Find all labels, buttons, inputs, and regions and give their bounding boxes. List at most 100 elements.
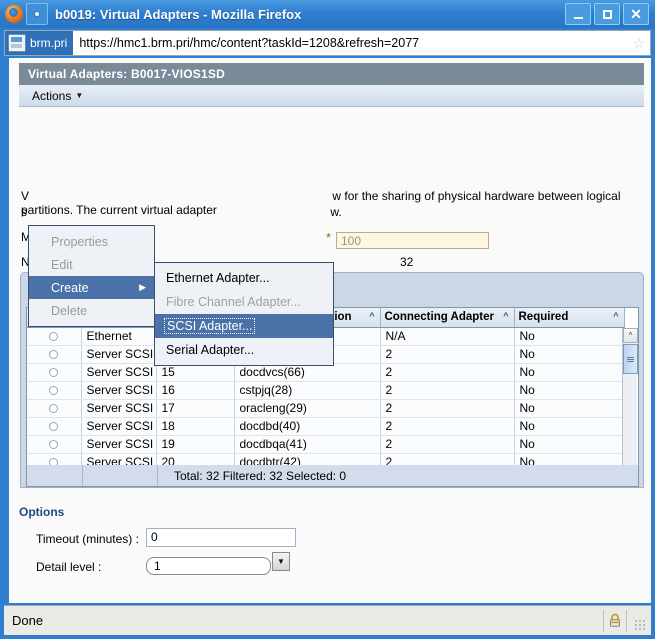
table-cell-connecting-partition: docdbd(40): [234, 417, 380, 435]
table-vertical-scrollbar[interactable]: ^ v: [622, 328, 637, 483]
radio-button-icon[interactable]: [49, 440, 58, 449]
menu-item-label: Properties: [51, 235, 108, 249]
table-cell-connecting-partition: oracleng(29): [234, 399, 380, 417]
table-column-header[interactable]: Connecting Adapter ^: [380, 308, 514, 327]
table-cell-connecting-adapter: 2: [380, 417, 514, 435]
timeout-input[interactable]: 0: [146, 528, 296, 547]
table-row[interactable]: Server SCSI18docdbd(40)2No: [27, 417, 624, 435]
radio-button-icon[interactable]: [49, 404, 58, 413]
close-icon: ✕: [630, 7, 642, 21]
resize-grip-icon[interactable]: [629, 610, 647, 632]
sort-ascending-icon[interactable]: ^: [613, 311, 618, 321]
scrollbar-grip-icon: [627, 357, 634, 362]
row-select-cell[interactable]: [27, 327, 81, 345]
sort-ascending-icon[interactable]: ^: [503, 311, 508, 321]
table-cell-required: No: [514, 363, 624, 381]
table-summary-text: Total: 32 Filtered: 32 Selected: 0: [158, 469, 346, 483]
menu-item-label: Edit: [51, 258, 73, 272]
table-cell-adapter-id: 18: [156, 417, 234, 435]
menu-item-delete: Delete: [29, 299, 154, 322]
table-column-header[interactable]: Required ^: [514, 308, 624, 327]
table-cell-type: Server SCSI: [81, 345, 156, 363]
scroll-up-button[interactable]: ^: [623, 328, 638, 343]
menu-item-create[interactable]: Create ▶: [29, 276, 154, 299]
submenu-item-scsi-adapter[interactable]: SCSI Adapter...: [155, 314, 333, 338]
max-adapters-input[interactable]: 100: [336, 232, 489, 249]
close-button[interactable]: ✕: [623, 3, 649, 25]
minimize-button[interactable]: [565, 3, 591, 25]
browser-window: b0019: Virtual Adapters - Mozilla Firefo…: [0, 0, 655, 639]
number-of-adapters-value: 32: [400, 255, 413, 269]
table-column-header-label: Required: [519, 311, 569, 323]
submenu-item-label: Serial Adapter...: [166, 343, 254, 357]
bookmark-star-icon[interactable]: ☆: [628, 35, 650, 52]
detail-level-label: Detail level :: [36, 560, 101, 574]
menu-item-label: Create: [51, 281, 89, 295]
chevron-up-icon: ^: [629, 331, 633, 340]
table-cell-adapter-id: 19: [156, 435, 234, 453]
title-bar: b0019: Virtual Adapters - Mozilla Firefo…: [0, 0, 655, 28]
row-select-cell[interactable]: [27, 345, 81, 363]
row-select-cell[interactable]: [27, 417, 81, 435]
table-row[interactable]: Server SCSI17oracleng(29)2No: [27, 399, 624, 417]
table-cell-connecting-adapter: N/A: [380, 327, 514, 345]
submenu-item-label: Fibre Channel Adapter...: [166, 295, 301, 309]
table-cell-required: No: [514, 381, 624, 399]
url-text[interactable]: https://hmc1.brm.pri/hmc/content?taskId=…: [73, 36, 628, 50]
table-row[interactable]: Server SCSI16cstpjq(28)2No: [27, 381, 624, 399]
address-bar[interactable]: brm.pri https://hmc1.brm.pri/hmc/content…: [4, 30, 651, 56]
submenu-item-serial-adapter[interactable]: Serial Adapter...: [155, 338, 333, 362]
detail-level-dropdown-button[interactable]: ▼: [272, 552, 290, 571]
table-cell-type: Server SCSI: [81, 399, 156, 417]
status-bar: Done: [4, 605, 651, 635]
security-lock-icon: [603, 610, 627, 632]
table-cell-type: Server SCSI: [81, 381, 156, 399]
page-viewport: Virtual Adapters: B0017-VIOS1SD Actions …: [4, 58, 651, 603]
table-cell-required: No: [514, 345, 624, 363]
table-cell-type: Server SCSI: [81, 435, 156, 453]
radio-button-icon[interactable]: [49, 350, 58, 359]
radio-button-icon[interactable]: [49, 332, 58, 341]
row-select-cell[interactable]: [27, 399, 81, 417]
radio-button-icon[interactable]: [49, 368, 58, 377]
timeout-label: Timeout (minutes) :: [36, 532, 139, 546]
maximize-button[interactable]: [594, 3, 620, 25]
site-favicon-icon: [8, 34, 26, 52]
table-cell-type: Server SCSI: [81, 417, 156, 435]
sort-ascending-icon[interactable]: ^: [369, 311, 374, 321]
submenu-arrow-icon: ▶: [139, 282, 146, 293]
submenu-item-fibre-channel-adapter: Fibre Channel Adapter...: [155, 290, 333, 314]
table-cell-type: Ethernet: [81, 327, 156, 345]
summary-spacer-1: [27, 465, 83, 486]
scrollbar-thumb[interactable]: [623, 344, 638, 374]
detail-level-input[interactable]: 1: [146, 557, 271, 575]
table-cell-required: No: [514, 417, 624, 435]
site-identity-chip[interactable]: brm.pri: [5, 31, 73, 55]
options-section-title: Options: [19, 505, 64, 519]
description-line-2: s w.: [21, 205, 342, 219]
panel-title: Virtual Adapters: B0017-VIOS1SD: [19, 63, 644, 85]
table-cell-adapter-id: 17: [156, 399, 234, 417]
submenu-item-ethernet-adapter[interactable]: Ethernet Adapter...: [155, 266, 333, 290]
actions-dropdown-menu: Properties Edit Create ▶ Delete: [28, 225, 155, 327]
row-select-cell[interactable]: [27, 381, 81, 399]
actions-menubar[interactable]: Actions ▼: [19, 85, 644, 107]
description-line-2-prefix: s: [21, 205, 27, 219]
chevron-down-icon: ▼: [277, 557, 285, 566]
menu-item-label: Delete: [51, 304, 87, 318]
table-row[interactable]: Server SCSI19docdbqa(41)2No: [27, 435, 624, 453]
table-summary-bar: Total: 32 Filtered: 32 Selected: 0: [26, 465, 639, 487]
create-submenu: Ethernet Adapter... Fibre Channel Adapter…: [154, 262, 334, 366]
status-text: Done: [4, 613, 603, 628]
radio-button-icon[interactable]: [49, 422, 58, 431]
table-cell-connecting-partition: docdbqa(41): [234, 435, 380, 453]
row-select-cell[interactable]: [27, 435, 81, 453]
table-cell-adapter-id: 16: [156, 381, 234, 399]
table-cell-required: No: [514, 435, 624, 453]
firefox-logo-icon: [5, 5, 23, 23]
radio-button-icon[interactable]: [49, 386, 58, 395]
description-line-1-prefix: V: [21, 189, 29, 203]
row-select-cell[interactable]: [27, 363, 81, 381]
table-column-header-label: Connecting Adapter: [385, 311, 494, 323]
table-cell-connecting-adapter: 2: [380, 345, 514, 363]
